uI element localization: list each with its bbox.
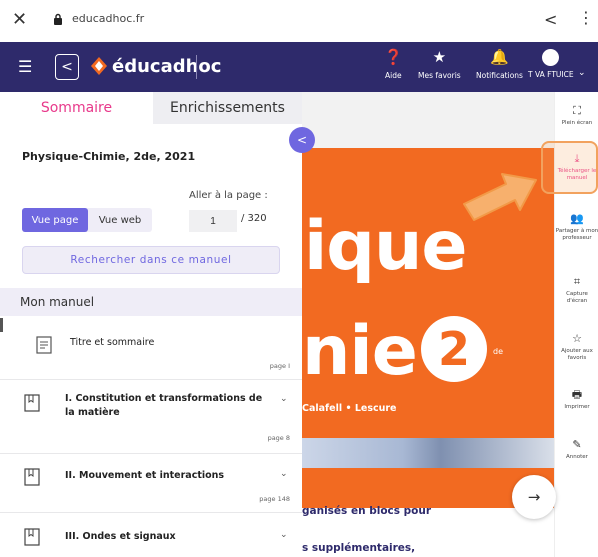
share-people-icon: 👥: [570, 212, 584, 225]
cover-title-line-1: ique: [304, 207, 468, 286]
summary-panel: Sommaire Enrichissements Physique-Chimie…: [0, 92, 302, 557]
fullscreen-button[interactable]: ⛶ Plein écran: [555, 104, 598, 127]
panel-tabs: Sommaire Enrichissements: [0, 92, 302, 124]
header-divider: [196, 55, 197, 79]
highlight-box: [541, 141, 598, 194]
pointer-arrow-icon: [463, 173, 537, 221]
screenshot-button[interactable]: ⌗ Capture d'écran: [555, 275, 598, 305]
view-web-button[interactable]: Vue web: [88, 208, 152, 232]
menu-icon[interactable]: ⋮: [578, 8, 594, 27]
share-icon[interactable]: <: [544, 10, 557, 29]
goto-label: Aller à la page :: [189, 190, 268, 201]
logo-mark: [91, 57, 107, 75]
book-icon: [24, 394, 40, 412]
toc-item-title[interactable]: Titre et sommaire page I: [0, 332, 302, 372]
add-favorites-button[interactable]: ☆ Ajouter aux favoris: [555, 332, 598, 362]
book-icon: [24, 468, 40, 486]
favorites-label: Mes favoris: [418, 71, 461, 80]
star-outline-icon: ☆: [572, 332, 582, 345]
chevron-down-icon[interactable]: ⌄: [280, 530, 288, 540]
toc-item-page: page I: [269, 362, 290, 370]
chevron-down-icon[interactable]: ⌄: [280, 394, 288, 404]
cover-text-line-2: s supplémentaires,: [302, 542, 416, 554]
level-badge: 2: [421, 316, 487, 382]
logo-text[interactable]: éducadhoc: [112, 56, 221, 77]
toc-item-label: Titre et sommaire: [70, 337, 155, 348]
level-superscript: de: [493, 347, 503, 356]
annotate-button[interactable]: ✎ Annoter: [555, 438, 598, 461]
chevron-down-icon[interactable]: ⌄: [280, 469, 288, 479]
back-button[interactable]: <: [55, 54, 79, 80]
search-manual-button[interactable]: Rechercher dans ce manuel: [22, 246, 280, 274]
book-icon: [24, 528, 40, 546]
toc-item-chapter-1[interactable]: I. Constitution et transformations de la…: [0, 392, 302, 448]
url-text[interactable]: educadhoc.fr: [72, 12, 144, 25]
tab-sommaire[interactable]: Sommaire: [0, 92, 153, 124]
star-icon: ★: [432, 48, 447, 66]
divider: [0, 379, 302, 380]
tab-enrichissements[interactable]: Enrichissements: [153, 92, 302, 124]
bell-icon: 🔔: [490, 48, 509, 66]
toc-item-chapter-2[interactable]: II. Mouvement et interactions ⌄ page 148: [0, 466, 302, 508]
divider: [0, 512, 302, 513]
user-button[interactable]: T VA FTUICE: [528, 48, 574, 79]
section-heading: Mon manuel: [0, 288, 302, 316]
favorites-button[interactable]: ★ Mes favoris: [418, 48, 461, 80]
add-favorites-label: Ajouter aux favoris: [561, 348, 593, 361]
cover-text-line-1: ganisés en blocs pour: [302, 505, 432, 517]
next-page-button[interactable]: →: [512, 475, 556, 519]
page-number-input[interactable]: [189, 210, 237, 232]
toc-item-label: I. Constitution et transformations de la…: [65, 393, 263, 418]
divider: [0, 453, 302, 454]
annotate-label: Annoter: [566, 454, 588, 460]
collapse-panel-button[interactable]: <: [289, 127, 315, 153]
screen: ✕ educadhoc.fr < ⋮ ☰ < éducadhoc ❓ Aide …: [0, 0, 598, 557]
print-label: Imprimer: [564, 404, 590, 410]
fullscreen-icon: ⛶: [573, 104, 581, 117]
fullscreen-label: Plein écran: [561, 120, 593, 126]
browser-bar: ✕ educadhoc.fr < ⋮: [0, 0, 598, 42]
close-tab-icon[interactable]: ✕: [12, 9, 27, 30]
help-icon: ❓: [384, 48, 403, 66]
notifications-label: Notifications: [476, 71, 523, 80]
avatar: [542, 49, 560, 66]
cover-authors: Calafell • Lescure: [302, 403, 397, 414]
toc-item-page: page 8: [267, 434, 290, 442]
cover-image: [302, 438, 554, 468]
toc-item-page: page 148: [259, 495, 290, 503]
app-header: ☰ < éducadhoc ❓ Aide ★ Mes favoris 🔔 Not…: [0, 42, 598, 92]
chevron-down-icon[interactable]: ⌄: [578, 68, 586, 78]
screenshot-label: Capture d'écran: [566, 291, 588, 304]
page-total: / 320: [241, 213, 267, 224]
help-label: Aide: [385, 71, 402, 80]
screenshot-icon: ⌗: [573, 275, 581, 288]
toc-item-chapter-3[interactable]: III. Ondes et signaux ⌄: [0, 526, 302, 556]
share-teacher-button[interactable]: 👥 Partager à mon professeur: [555, 212, 598, 242]
lock-icon: [54, 13, 62, 25]
print-icon: 🖶: [571, 388, 583, 401]
share-teacher-label: Partager à mon professeur: [555, 228, 598, 241]
toc-item-label: III. Ondes et signaux: [65, 531, 176, 542]
view-page-button[interactable]: Vue page: [22, 208, 88, 232]
user-label: T VA FTUICE: [528, 70, 574, 79]
notifications-button[interactable]: 🔔 Notifications: [476, 48, 523, 80]
cover-title-line-2: nie: [302, 312, 418, 391]
print-button[interactable]: 🖶 Imprimer: [555, 388, 598, 411]
book-title: Physique-Chimie, 2de, 2021: [22, 150, 196, 163]
page-icon: [36, 336, 52, 354]
toc-item-label: II. Mouvement et interactions: [65, 470, 225, 481]
help-button[interactable]: ❓ Aide: [384, 48, 403, 80]
view-toggle: Vue page Vue web: [22, 208, 152, 232]
hamburger-icon[interactable]: ☰: [18, 57, 32, 76]
page-top: [302, 92, 554, 148]
annotate-icon: ✎: [572, 438, 582, 451]
